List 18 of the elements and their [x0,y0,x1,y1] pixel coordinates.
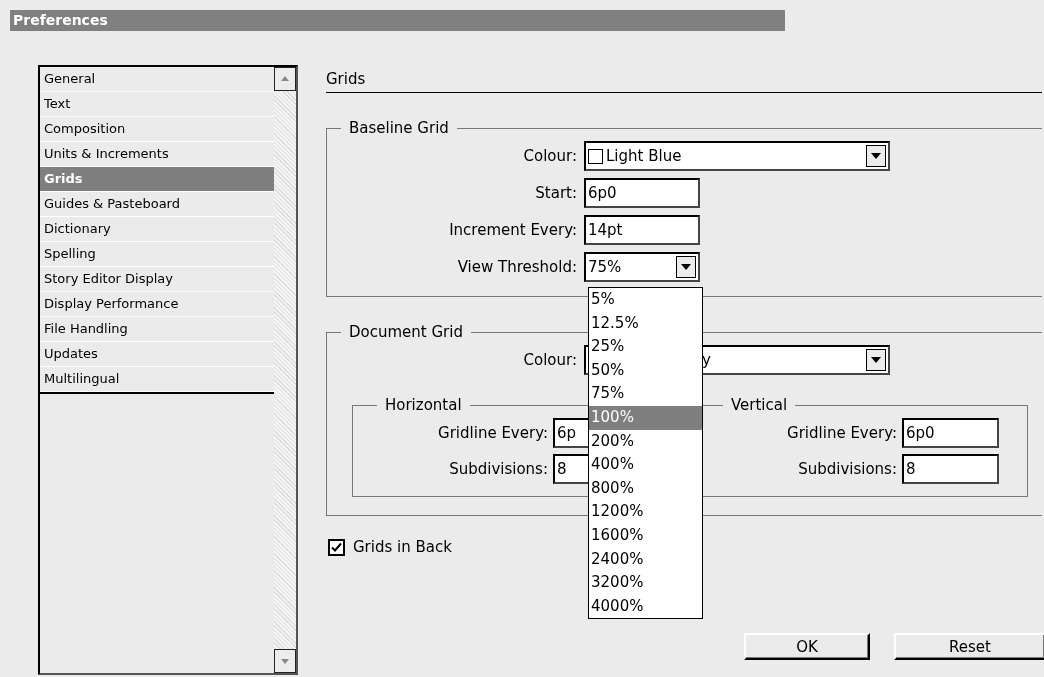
field-label: Gridline Every: [438,424,548,442]
field-label: Start: [535,184,577,202]
field-label: Colour: [523,351,577,369]
field-value: Light Blue [606,147,682,165]
group-title: Horizontal [384,396,463,414]
group-title: Document Grid [348,323,464,341]
field-value: 75% [588,258,622,276]
group-title: Vertical [730,396,789,414]
group-title: Baseline Grid [348,119,450,137]
field-label: Increment Every: [449,221,577,239]
field-label: View Threshold: [457,258,577,276]
field-value: y [702,351,711,369]
field-label: Subdivisions: [449,460,548,478]
window-title: Preferences [10,10,785,31]
field-label: Gridline Every: [787,424,897,442]
field-label: Subdivisions: [798,460,897,478]
section-title: Grids [326,65,1042,93]
field-label: Colour: [523,147,577,165]
